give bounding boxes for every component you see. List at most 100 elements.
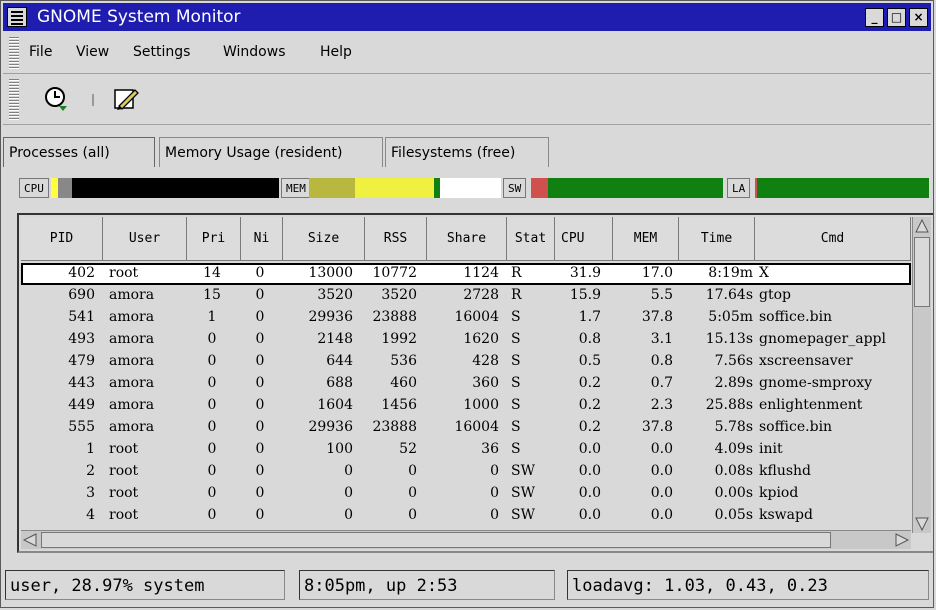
cell-cpu: 15.9 — [569, 287, 601, 303]
table-row[interactable]: 690 amora 15 0 3520 3520 2728 R 15.9 5.5 17.64s gto… — [21, 285, 911, 307]
column-header-cpu[interactable]: CPU — [555, 217, 613, 261]
cell-cmd: soffice.bin — [759, 309, 833, 325]
horizontal-scrollbar[interactable] — [21, 530, 911, 549]
column-header-pid[interactable]: PID — [21, 217, 103, 261]
table-row[interactable]: 443 amora 0 0 688 460 360 S 0.2 0.7 2.89s gnome-smp… — [21, 373, 911, 395]
scroll-up-arrow-icon[interactable] — [913, 217, 931, 235]
column-header-size[interactable]: Size — [283, 217, 365, 261]
horizontal-scroll-thumb[interactable] — [41, 532, 831, 548]
close-button[interactable]: × — [909, 8, 928, 27]
table-row[interactable]: 541 amora 1 0 29936 23888 16004 S 1.7 37.8 5:05m so… — [21, 307, 911, 329]
cell-rss: 23888 — [372, 309, 417, 325]
tab-memory-usage[interactable]: Memory Usage (resident) — [159, 137, 383, 167]
cpu-system-segment — [57, 178, 72, 198]
cell-nice: 0 — [255, 419, 265, 435]
column-header-mem[interactable]: MEM — [613, 217, 679, 261]
cell-share: 16004 — [454, 309, 499, 325]
cell-stat: S — [511, 375, 521, 391]
column-header-nice[interactable]: Ni — [241, 217, 283, 261]
cell-cpu: 0.2 — [578, 419, 601, 435]
menu-settings[interactable]: Settings — [133, 44, 190, 60]
cell-nice: 0 — [255, 265, 265, 281]
tab-processes[interactable]: Processes (all) — [3, 137, 155, 167]
maximize-button[interactable]: □ — [887, 8, 906, 27]
window-menu-icon[interactable] — [7, 7, 27, 27]
column-header-stat[interactable]: Stat — [507, 217, 555, 261]
cell-priority: 0 — [207, 331, 217, 347]
menu-windows[interactable]: Windows — [223, 44, 286, 60]
cell-rss: 0 — [408, 463, 417, 479]
table-row[interactable]: 479 amora 0 0 644 536 428 S 0.5 0.8 7.56s xscreensa… — [21, 351, 911, 373]
title-bar[interactable]: GNOME System Monitor _ □ × — [3, 3, 931, 31]
cell-time: 15.13s — [705, 331, 753, 347]
cell-mem: 0.0 — [650, 463, 673, 479]
clock-icon[interactable] — [41, 84, 71, 114]
cell-size: 0 — [344, 507, 353, 523]
table-row[interactable]: 2 root 0 0 0 0 0 SW 0.0 0.0 0.08s kflushd — [21, 461, 911, 483]
cell-stat: S — [511, 441, 521, 457]
cell-size: 688 — [326, 375, 353, 391]
cell-mem: 37.8 — [641, 419, 673, 435]
cell-pid: 479 — [68, 353, 95, 369]
table-row[interactable]: 493 amora 0 0 2148 1992 1620 S 0.8 3.1 15.13s gnome… — [21, 329, 911, 351]
column-header-cmd[interactable]: Cmd — [755, 217, 911, 261]
menubar-grip[interactable] — [9, 37, 19, 69]
cell-pid: 555 — [68, 419, 95, 435]
table-row[interactable]: 402 root 14 0 13000 10772 1124 R 31.9 17.0 8:19m X — [21, 263, 911, 285]
scroll-down-arrow-icon[interactable] — [913, 515, 931, 533]
column-header-rss[interactable]: RSS — [365, 217, 427, 261]
cell-rss: 3520 — [381, 287, 417, 303]
menu-help[interactable]: Help — [320, 44, 352, 60]
cell-mem: 17.0 — [641, 265, 673, 281]
cell-cpu: 0.2 — [578, 375, 601, 391]
minimize-button[interactable]: _ — [865, 8, 884, 27]
toolbar-grip[interactable] — [9, 78, 19, 120]
scroll-left-arrow-icon[interactable] — [21, 531, 39, 549]
table-row[interactable]: 449 amora 0 0 1604 1456 1000 S 0.2 2.3 25.88s enlig… — [21, 395, 911, 417]
cell-stat: R — [511, 265, 522, 281]
cell-pid: 541 — [68, 309, 95, 325]
menu-view[interactable]: View — [76, 44, 109, 60]
cell-mem: 3.1 — [650, 331, 673, 347]
cell-priority: 0 — [207, 463, 217, 479]
cell-time: 8:19m — [708, 265, 753, 281]
vertical-scrollbar[interactable] — [912, 217, 931, 533]
cell-user: amora — [109, 287, 155, 303]
status-cpu: user, 28.97% system — [5, 570, 285, 600]
meters-bar: CPU MEM SW LA — [19, 176, 929, 200]
cell-nice: 0 — [255, 397, 265, 413]
cell-priority: 0 — [207, 441, 217, 457]
cell-share: 2728 — [463, 287, 499, 303]
status-bar: user, 28.97% system 8:05pm, up 2:53 load… — [3, 562, 931, 606]
cell-size: 29936 — [308, 309, 353, 325]
cpu-meter — [51, 178, 279, 198]
cell-time: 5:05m — [708, 309, 753, 325]
column-header-share[interactable]: Share — [427, 217, 507, 261]
cell-user: amora — [109, 353, 155, 369]
tab-filesystems[interactable]: Filesystems (free) — [385, 137, 549, 167]
cell-size: 0 — [344, 463, 353, 479]
cell-user: root — [109, 485, 139, 501]
menu-file[interactable]: File — [29, 44, 52, 60]
scroll-right-arrow-icon[interactable] — [893, 531, 911, 549]
cell-user: root — [109, 441, 139, 457]
cell-cmd: enlightenment — [759, 397, 863, 413]
cell-share: 16004 — [454, 419, 499, 435]
table-row[interactable]: 555 amora 0 0 29936 23888 16004 S 0.2 37.8 5.78s so… — [21, 417, 911, 439]
cell-rss: 1456 — [381, 397, 417, 413]
column-header-priority[interactable]: Pri — [187, 217, 241, 261]
table-body: 402 root 14 0 13000 10772 1124 R 31.9 17.0 8:19m X 6… — [21, 263, 911, 527]
column-header-time[interactable]: Time — [679, 217, 755, 261]
cell-cpu: 0.0 — [578, 485, 601, 501]
table-row[interactable]: 3 root 0 0 0 0 0 SW 0.0 0.0 0.00s kpiod — [21, 483, 911, 505]
pencil-edit-icon[interactable] — [111, 84, 141, 114]
main-window: GNOME System Monitor _ □ × File View Set… — [0, 0, 934, 608]
table-row[interactable]: 4 root 0 0 0 0 0 SW 0.0 0.0 0.05s kswapd — [21, 505, 911, 527]
vertical-scroll-thumb[interactable] — [914, 237, 930, 307]
cell-stat: SW — [511, 507, 535, 523]
cell-time: 5.78s — [714, 419, 753, 435]
table-row[interactable]: 1 root 0 0 100 52 36 S 0.0 0.0 4.09s init — [21, 439, 911, 461]
cell-pid: 493 — [68, 331, 95, 347]
column-header-user[interactable]: User — [103, 217, 187, 261]
cpu-idle-segment — [71, 178, 279, 198]
